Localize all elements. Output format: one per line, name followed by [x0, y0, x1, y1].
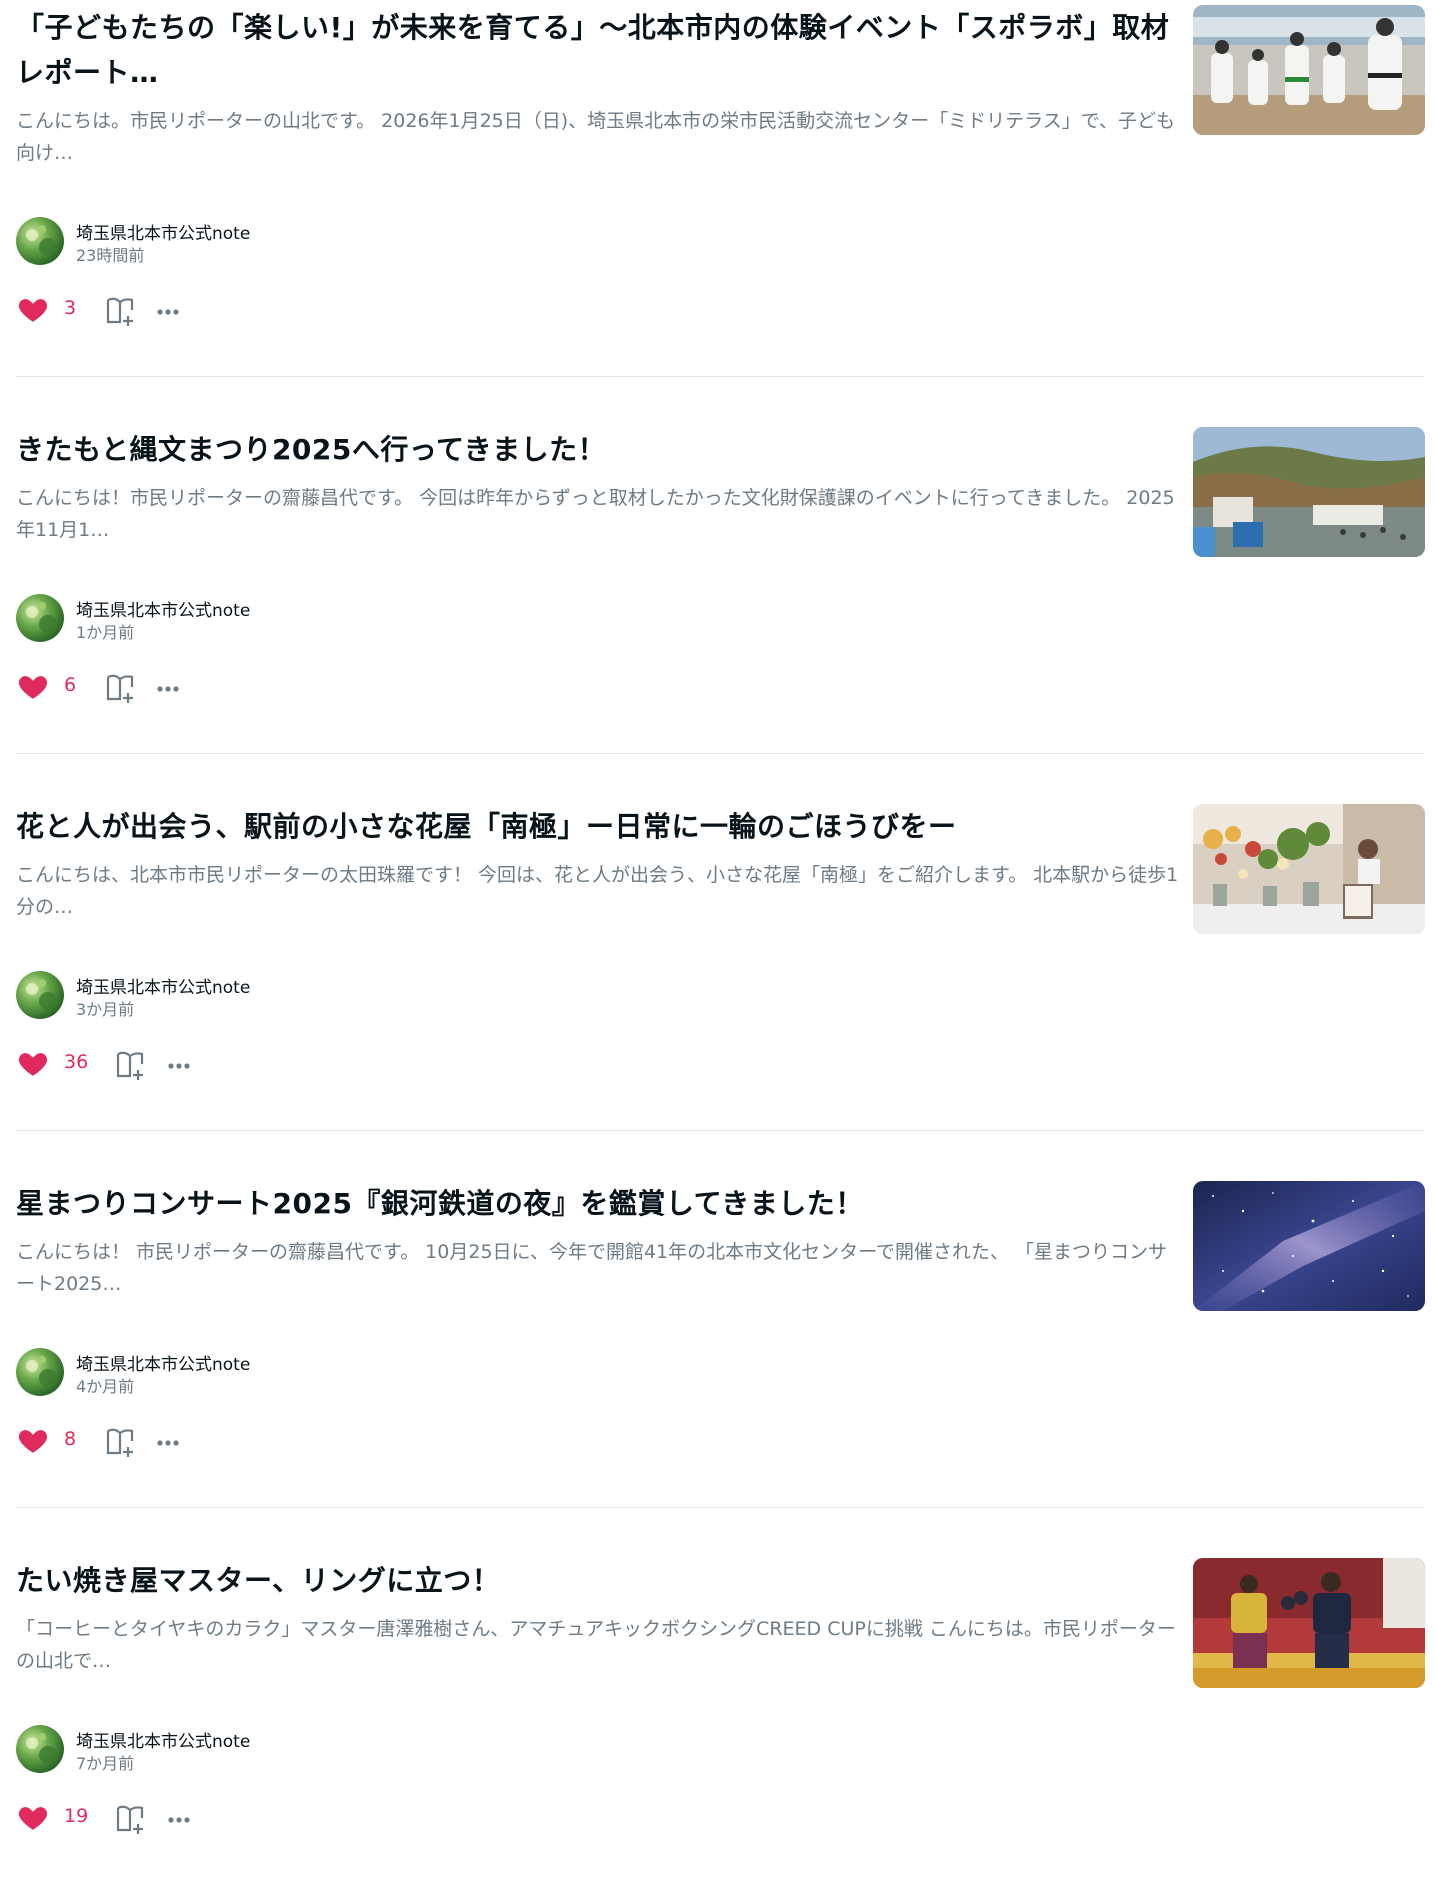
author-avatar[interactable]	[16, 594, 64, 642]
like-count[interactable]: 36	[64, 1051, 88, 1073]
article-card: 花と人が出会う、駅前の小さな花屋「南極」ー日常に一輪のごほうびをー こんにちは、…	[16, 754, 1425, 1131]
article-title[interactable]: 「子どもたちの「楽しい!」が未来を育てる」〜北本市内の体験イベント「スポラボ」取…	[16, 5, 1181, 95]
magazine-add-icon[interactable]	[104, 1425, 138, 1459]
magazine-add-icon[interactable]	[114, 1048, 148, 1082]
post-time: 23時間前	[76, 246, 145, 265]
author-avatar[interactable]	[16, 971, 64, 1019]
article-title[interactable]: 星まつりコンサート2025『銀河鉄道の夜』を鑑賞してきました！	[16, 1181, 1181, 1226]
more-options-icon[interactable]	[165, 1048, 195, 1082]
heart-icon[interactable]	[16, 1800, 50, 1834]
article-actions: 6	[16, 669, 316, 705]
article-excerpt[interactable]: こんにちは！ 市民リポーターの齋藤昌代です。 10月25日に、今年で開館41年の…	[16, 1236, 1181, 1300]
article-excerpt[interactable]: 「コーヒーとタイヤキのカラク」マスター唐澤雅樹さん、アマチュアキックボクシングC…	[16, 1613, 1181, 1677]
article-card: きたもと縄文まつり2025へ行ってきました！ こんにちは！市民リポーターの齋藤昌…	[16, 377, 1425, 754]
like-count[interactable]: 19	[64, 1805, 88, 1827]
post-time: 1か月前	[76, 623, 135, 642]
post-time: 3か月前	[76, 1000, 135, 1019]
magazine-add-icon[interactable]	[104, 671, 138, 705]
more-options-icon[interactable]	[165, 1802, 195, 1836]
article-card: たい焼き屋マスター、リングに立つ！ 「コーヒーとタイヤキのカラク」マスター唐澤雅…	[16, 1508, 1425, 1885]
flower-shop-photo[interactable]	[1193, 804, 1425, 934]
author-avatar[interactable]	[16, 1348, 64, 1396]
more-options-icon[interactable]	[154, 294, 184, 328]
author-name: 埼玉県北本市公式note	[76, 601, 251, 621]
author-name: 埼玉県北本市公式note	[76, 1355, 251, 1375]
heart-icon[interactable]	[16, 292, 50, 326]
article-excerpt[interactable]: こんにちは。市民リポーターの山北です。 2026年1月25日（日)、埼玉県北本市…	[16, 105, 1181, 169]
author-name: 埼玉県北本市公式note	[76, 1732, 251, 1752]
author-name: 埼玉県北本市公式note	[76, 224, 251, 244]
article-excerpt[interactable]: こんにちは！市民リポーターの齋藤昌代です。 今回は昨年からずっと取材したかった文…	[16, 482, 1181, 546]
author-avatar[interactable]	[16, 1725, 64, 1773]
like-count[interactable]: 8	[64, 1428, 76, 1450]
milky-way-photo[interactable]	[1193, 1181, 1425, 1311]
article-excerpt[interactable]: こんにちは、北本市市民リポーターの太田珠羅です！ 今回は、花と人が出会う、小さな…	[16, 859, 1181, 923]
magazine-add-icon[interactable]	[114, 1802, 148, 1836]
article-title[interactable]: たい焼き屋マスター、リングに立つ！	[16, 1558, 1181, 1603]
like-count[interactable]: 3	[64, 297, 76, 319]
article-actions: 36	[16, 1046, 316, 1082]
karate-class-photo[interactable]	[1193, 5, 1425, 135]
more-options-icon[interactable]	[154, 671, 184, 705]
heart-icon[interactable]	[16, 1046, 50, 1080]
like-count[interactable]: 6	[64, 674, 76, 696]
post-time: 7か月前	[76, 1754, 135, 1773]
author-name: 埼玉県北本市公式note	[76, 978, 251, 998]
article-card: 星まつりコンサート2025『銀河鉄道の夜』を鑑賞してきました！ こんにちは！ 市…	[16, 1131, 1425, 1508]
article-title[interactable]: きたもと縄文まつり2025へ行ってきました！	[16, 427, 1181, 472]
article-actions: 3	[16, 292, 316, 328]
article-title[interactable]: 花と人が出会う、駅前の小さな花屋「南極」ー日常に一輪のごほうびをー	[16, 804, 1181, 849]
more-options-icon[interactable]	[154, 1425, 184, 1459]
author-avatar[interactable]	[16, 217, 64, 265]
article-actions: 19	[16, 1800, 316, 1836]
kickboxing-photo[interactable]	[1193, 1558, 1425, 1688]
magazine-add-icon[interactable]	[104, 294, 138, 328]
heart-icon[interactable]	[16, 1423, 50, 1457]
article-feed: 「子どもたちの「楽しい!」が未来を育てる」〜北本市内の体験イベント「スポラボ」取…	[16, 0, 1425, 1885]
post-time: 4か月前	[76, 1377, 135, 1396]
article-card: 「子どもたちの「楽しい!」が未来を育てる」〜北本市内の体験イベント「スポラボ」取…	[16, 0, 1425, 377]
festival-park-photo[interactable]	[1193, 427, 1425, 557]
heart-icon[interactable]	[16, 669, 50, 703]
article-actions: 8	[16, 1423, 316, 1459]
